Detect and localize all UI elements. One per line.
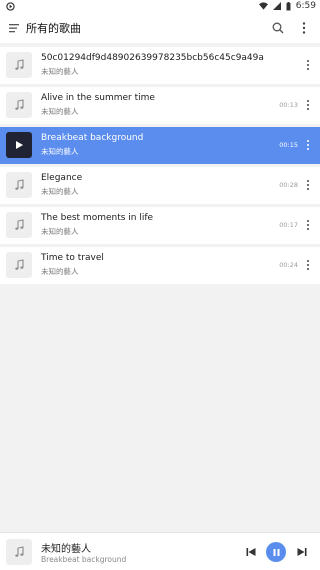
signal-icon: [272, 2, 281, 10]
overflow-menu-icon[interactable]: [296, 20, 312, 36]
song-thumbnail: [6, 92, 32, 118]
play-icon: [16, 141, 23, 149]
song-artist: 未知的藝人: [41, 107, 79, 116]
song-title: Elegance: [41, 173, 83, 183]
player-track: Breakbeat background: [41, 555, 127, 564]
more-vert-icon[interactable]: [305, 139, 311, 151]
wifi-icon: [258, 2, 268, 10]
song-thumbnail: [6, 132, 32, 158]
music-note-icon: [15, 179, 24, 190]
app-indicator-icon: [6, 2, 15, 11]
song-title: Breakbeat background: [41, 133, 144, 143]
music-note-icon: [15, 59, 24, 70]
song-title: 50c01294df9d48902639978235bcb56c45c9a49a: [41, 53, 264, 63]
song-duration: 00:15: [279, 141, 298, 149]
song-row[interactable]: 50c01294df9d48902639978235bcb56c45c9a49a…: [0, 47, 320, 84]
song-row-active[interactable]: Breakbeat background 未知的藝人 00:15: [0, 127, 320, 164]
song-row[interactable]: The best moments in life 未知的藝人 00:17: [0, 207, 320, 244]
song-thumbnail: [6, 252, 32, 278]
song-thumbnail: [6, 212, 32, 238]
more-vert-icon[interactable]: [305, 219, 311, 231]
song-artist: 未知的藝人: [41, 67, 79, 76]
search-icon[interactable]: [270, 20, 286, 36]
status-bar: 6:59: [0, 0, 320, 13]
battery-icon: [286, 1, 291, 10]
song-title: The best moments in life: [41, 213, 154, 223]
music-note-icon: [15, 259, 24, 270]
music-note-icon: [15, 219, 24, 230]
song-duration: 00:24: [279, 261, 298, 269]
menu-icon[interactable]: [6, 20, 22, 36]
more-vert-icon[interactable]: [305, 179, 311, 191]
music-note-icon: [15, 546, 24, 557]
song-duration: 00:17: [279, 221, 298, 229]
song-artist: 未知的藝人: [41, 187, 79, 196]
player-thumbnail: [6, 539, 32, 565]
song-row[interactable]: Elegance 未知的藝人 00:28: [0, 167, 320, 204]
song-duration: 00:13: [279, 101, 298, 109]
app-toolbar: 所有的歌曲: [0, 13, 320, 43]
mini-player[interactable]: 未知的藝人 Breakbeat background: [0, 532, 320, 570]
song-artist: 未知的藝人: [41, 227, 79, 236]
more-vert-icon[interactable]: [305, 259, 311, 271]
skip-next-icon[interactable]: [296, 546, 308, 558]
status-time: 6:59: [295, 1, 316, 11]
song-title: Time to travel: [41, 253, 104, 263]
more-vert-icon[interactable]: [305, 99, 311, 111]
pause-icon: [273, 548, 279, 556]
song-row[interactable]: Time to travel 未知的藝人 00:24: [0, 247, 320, 284]
song-thumbnail: [6, 172, 32, 198]
pause-button[interactable]: [266, 542, 286, 562]
song-title: Alive in the summer time: [41, 93, 155, 103]
song-artist: 未知的藝人: [41, 147, 79, 156]
song-row[interactable]: Alive in the summer time 未知的藝人 00:13: [0, 87, 320, 124]
skip-previous-icon[interactable]: [245, 546, 257, 558]
more-vert-icon[interactable]: [305, 59, 311, 71]
player-artist: 未知的藝人: [41, 544, 91, 555]
song-thumbnail: [6, 52, 32, 78]
music-note-icon: [15, 99, 24, 110]
song-duration: 00:28: [279, 181, 298, 189]
page-title: 所有的歌曲: [26, 22, 81, 35]
song-artist: 未知的藝人: [41, 267, 79, 276]
